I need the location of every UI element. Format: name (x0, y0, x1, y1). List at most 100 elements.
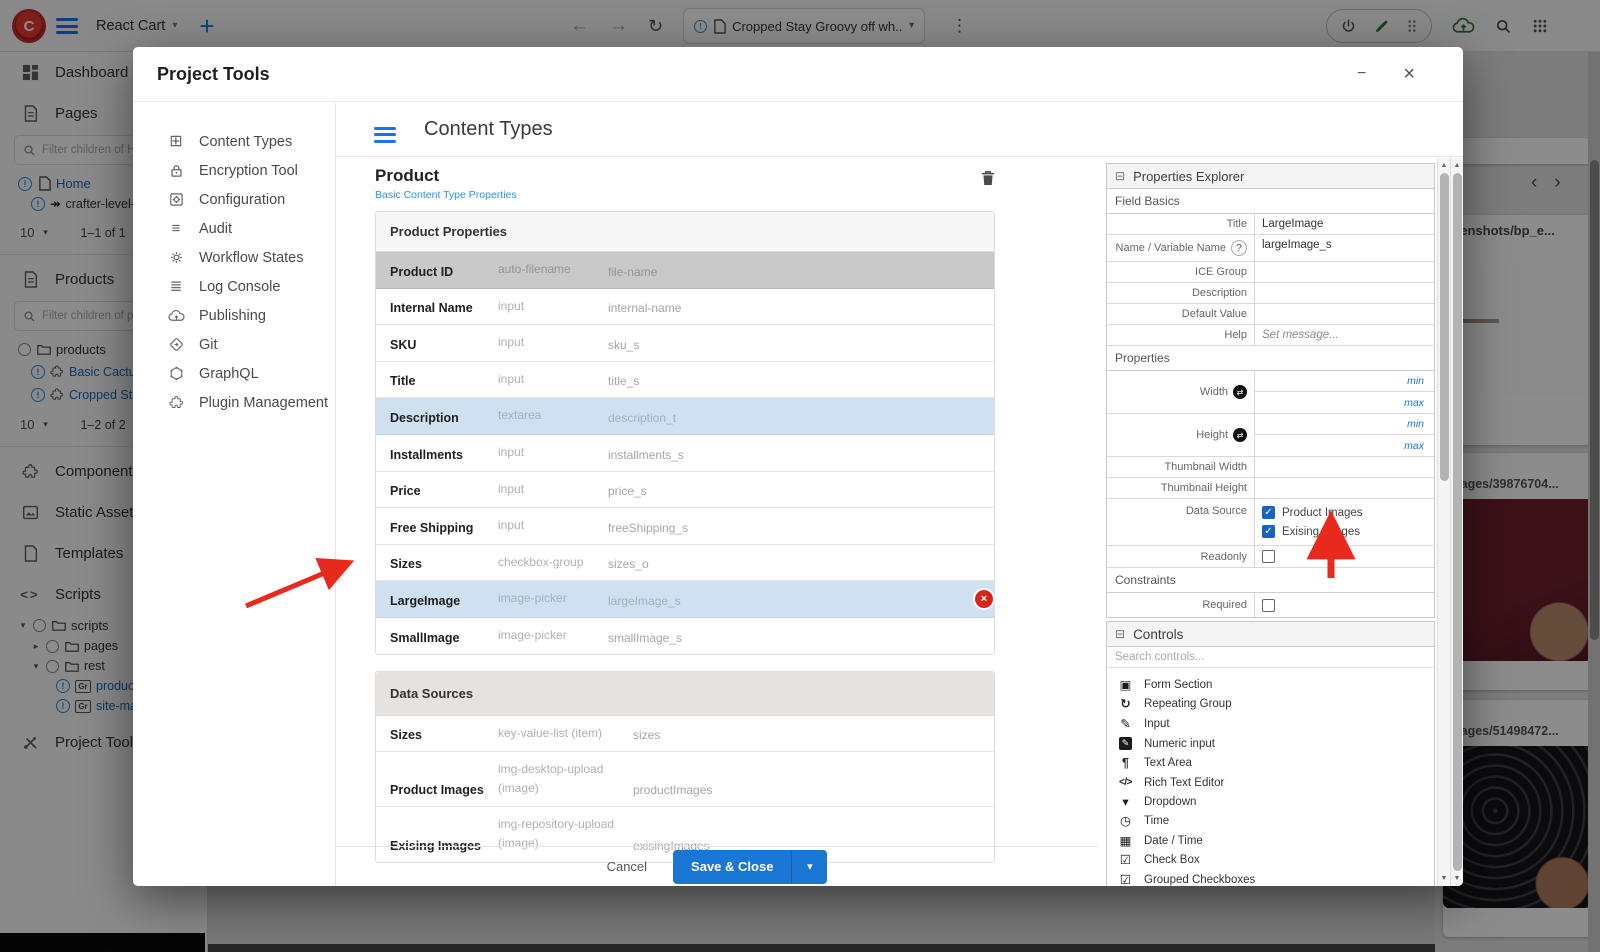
ice-group-field[interactable] (1255, 262, 1434, 282)
minimize-icon[interactable]: − (1357, 65, 1366, 83)
tools-nav-label: Log Console (199, 279, 280, 295)
tools-nav-item[interactable]: Workflow States (133, 243, 335, 272)
control-label: Rich Text Editor (1144, 777, 1224, 789)
tools-nav-item[interactable]: ≣ Log Console (133, 272, 335, 301)
configuration-icon (166, 192, 186, 207)
publishing-icon (166, 309, 186, 323)
tools-nav-item[interactable]: Publishing (133, 301, 335, 330)
height-max-field[interactable]: max (1255, 435, 1434, 456)
variable-name-field[interactable]: largeImage_s (1255, 235, 1434, 261)
section-label: Field Basics (1107, 189, 1434, 214)
scrollbar-thumb[interactable] (1440, 173, 1449, 481)
delete-field-icon[interactable]: × (975, 590, 993, 608)
control-label: Numeric input (1144, 738, 1215, 750)
tools-nav-item[interactable]: Configuration (133, 185, 335, 214)
field-row[interactable]: Installments input installments_s (376, 435, 994, 472)
collapse-minus-icon[interactable]: ⊟ (1115, 169, 1125, 183)
tools-nav-item[interactable]: Git (133, 330, 335, 359)
check-box-icon: ☑ (1117, 854, 1134, 867)
cancel-button[interactable]: Cancel (607, 859, 647, 874)
width-min-field[interactable]: min (1255, 371, 1434, 392)
width-max-field[interactable]: max (1255, 392, 1434, 413)
tools-nav-item[interactable]: ⊞ Content Types (133, 127, 335, 156)
control-label: Repeating Group (1144, 698, 1232, 710)
field-row[interactable]: Product ID auto-filename file-name (376, 252, 994, 289)
field-row[interactable]: Price input price_s (376, 472, 994, 509)
datasource-row[interactable]: Product Images img-desktop-upload (image… (376, 752, 994, 807)
tools-nav-label: Content Types (199, 134, 292, 150)
tools-nav-item[interactable]: Encryption Tool (133, 156, 335, 185)
controls-search-input[interactable] (1107, 647, 1434, 668)
control-item[interactable]: ✎ Input (1107, 714, 1434, 734)
field-row[interactable]: Internal Name input internal-name (376, 289, 994, 326)
product-properties-table: Product Properties Product ID auto-filen… (375, 211, 995, 655)
table-header: Data Sources (376, 672, 994, 716)
property-row-thumbnail-width: Thumbnail Width (1107, 457, 1434, 478)
control-item[interactable]: ¶ Text Area (1107, 754, 1434, 774)
control-item[interactable]: ▦ Date / Time (1107, 831, 1434, 851)
default-value-field[interactable] (1255, 304, 1434, 324)
title-value-field[interactable]: LargeImage (1255, 214, 1434, 234)
datasource-option[interactable]: Product Images (1262, 506, 1363, 519)
graphql-icon (166, 366, 186, 381)
content-scrollbar[interactable]: ▲ ▼ (1450, 158, 1463, 886)
control-item[interactable]: ✎ Numeric input (1107, 734, 1434, 754)
date-time-icon: ▦ (1117, 835, 1134, 848)
properties-explorer: ⊟ Properties Explorer Field Basics Title… (1106, 163, 1435, 618)
rich-text-editor-icon: </> (1117, 777, 1134, 788)
repeating-group-icon: ↻ (1117, 698, 1134, 711)
save-close-split-button: Save & Close ▾ (673, 850, 827, 884)
help-icon[interactable]: ? (1231, 240, 1247, 256)
field-row[interactable]: Free Shipping input freeShipping_s (376, 508, 994, 545)
menu-icon[interactable] (374, 117, 396, 143)
datasource-row[interactable]: Sizes key-value-list (item) sizes (376, 716, 994, 753)
control-item[interactable]: ☑ Grouped Checkboxes (1107, 870, 1434, 886)
dialog-footer: Cancel Save & Close ▾ (336, 846, 1098, 886)
tools-nav-item[interactable]: ≡ Audit (133, 214, 335, 243)
delete-content-type-icon[interactable] (981, 170, 995, 191)
control-item[interactable]: ↻ Repeating Group (1107, 695, 1434, 715)
property-row-name: Name / Variable Name ? largeImage_s (1107, 235, 1434, 262)
control-item[interactable]: ☑ Check Box (1107, 851, 1434, 871)
control-item[interactable]: ▾ Dropdown (1107, 792, 1434, 812)
panel-title: Properties Explorer (1133, 169, 1244, 184)
required-checkbox[interactable] (1262, 599, 1275, 612)
save-close-button[interactable]: Save & Close (673, 850, 791, 884)
height-min-field[interactable]: min (1255, 414, 1434, 435)
readonly-checkbox[interactable] (1262, 550, 1275, 563)
description-field[interactable] (1255, 283, 1434, 303)
control-label: Dropdown (1144, 796, 1196, 808)
numeric-input-icon: ✎ (1117, 737, 1134, 750)
thumbnail-height-field[interactable] (1255, 478, 1434, 498)
close-icon[interactable]: × (1403, 63, 1415, 86)
dropdown-icon: ▾ (1117, 796, 1134, 809)
field-row[interactable]: LargeImage image-picker largeImage_s × (376, 581, 994, 618)
property-row-readonly: Readonly (1107, 546, 1434, 568)
control-item[interactable]: </> Rich Text Editor (1107, 773, 1434, 792)
field-row[interactable]: Sizes checkbox-group sizes_o (376, 545, 994, 582)
field-row[interactable]: SmallImage image-picker smallImage_s (376, 618, 994, 654)
field-row[interactable]: Description textarea description_t (376, 398, 994, 435)
save-options-caret[interactable]: ▾ (791, 850, 827, 884)
input-icon: ✎ (1117, 718, 1134, 731)
panel-title: Controls (1133, 627, 1183, 642)
field-row[interactable]: Title input title_s (376, 362, 994, 399)
basic-properties-link[interactable]: Basic Content Type Properties (375, 189, 517, 201)
checkbox[interactable] (1262, 506, 1275, 519)
git-icon (166, 337, 186, 352)
control-item[interactable]: ▣ Form Section (1107, 675, 1434, 695)
tools-nav-item[interactable]: Plugin Management (133, 388, 335, 417)
tools-nav-label: Encryption Tool (199, 163, 298, 179)
datasource-option[interactable]: Exising Images (1262, 525, 1360, 538)
thumbnail-width-field[interactable] (1255, 457, 1434, 477)
field-row[interactable]: SKU input sku_s (376, 325, 994, 362)
collapse-minus-icon[interactable]: ⊟ (1115, 627, 1125, 641)
property-row-data-source: Data Source Product Images (1107, 499, 1434, 546)
tools-nav-item[interactable]: GraphQL (133, 359, 335, 388)
panel-scrollbar[interactable]: ▲ ▼ (1437, 158, 1450, 886)
checkbox[interactable] (1262, 525, 1275, 538)
scrollbar-thumb[interactable] (1453, 173, 1462, 871)
help-message-field[interactable]: Set message... (1255, 325, 1434, 345)
control-item[interactable]: ◷ Time (1107, 812, 1434, 832)
tools-nav: ⊞ Content Types Encryption Tool Configur… (133, 103, 336, 886)
